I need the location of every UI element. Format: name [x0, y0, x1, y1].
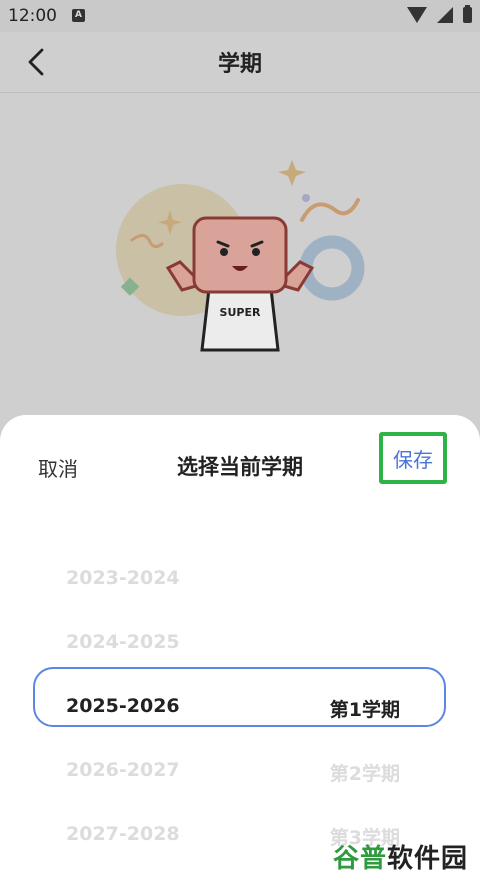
term-picker-sheet: 取消 选择当前学期 保存 2023-2024 2024-2025 2025-20… [0, 415, 480, 885]
year-option[interactable]: 2026-2027 [66, 759, 180, 781]
status-bar: 12:00 A [0, 0, 480, 32]
year-option[interactable]: 2027-2028 [66, 823, 180, 845]
notification-icon: A [72, 9, 85, 22]
picker-row[interactable]: 2023-2024 [66, 559, 400, 599]
year-option[interactable]: 2023-2024 [66, 567, 180, 589]
app-screen: 学期 SUPER 取消 选择当前学期 保存 2023-2024 2024-202… [0, 32, 480, 885]
picker-row[interactable]: 2024-2025 [66, 623, 400, 663]
selected-term[interactable]: 第1学期 [330, 695, 400, 722]
picker-row[interactable]: 2026-2027 第2学期 [66, 751, 400, 791]
cancel-button[interactable]: 取消 [38, 453, 78, 482]
status-icons [407, 5, 472, 23]
cellular-signal-icon [437, 7, 453, 23]
term-picker[interactable]: 2023-2024 2024-2025 2025-2026 第1学期 2026-… [0, 535, 480, 885]
term-option[interactable]: 第2学期 [330, 759, 400, 786]
mascot-illustration: SUPER [110, 150, 380, 360]
app-bar: 学期 [0, 32, 480, 93]
shirt-text: SUPER [220, 306, 261, 319]
year-option[interactable]: 2024-2025 [66, 631, 180, 653]
page-title: 学期 [217, 52, 262, 77]
battery-icon [463, 5, 472, 23]
watermark-part1: 谷普 [332, 844, 387, 874]
status-time: 12:00 [8, 6, 57, 26]
selected-year[interactable]: 2025-2026 [66, 695, 180, 717]
watermark-logo: 谷普软件园 [333, 838, 468, 875]
watermark-part2: 软件园 [386, 844, 468, 874]
save-button[interactable]: 保存 [379, 432, 447, 484]
picker-row-selected[interactable]: 2025-2026 第1学期 [66, 687, 400, 727]
wifi-icon [407, 7, 427, 23]
